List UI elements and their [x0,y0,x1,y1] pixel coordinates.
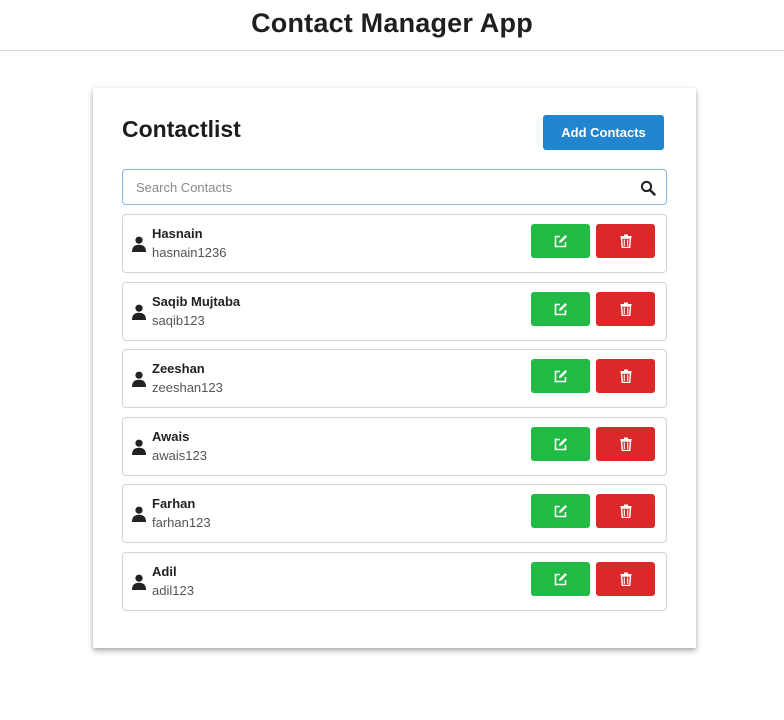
edit-button[interactable] [531,561,590,596]
edit-icon [554,302,567,315]
user-icon [132,506,146,523]
contact-item: Saqib Mujtaba saqib123 [122,281,667,341]
delete-button[interactable] [596,359,655,394]
contact-list-card: Contactlist Add Contacts Hasnain hasnain… [93,88,696,648]
delete-button[interactable] [596,494,655,529]
contact-list: Hasnain hasnain1236 Saqib Mujtaba saqib1… [122,214,667,620]
edit-icon [554,572,567,586]
contact-item: Farhan farhan123 [122,484,667,544]
edit-icon [554,235,567,248]
contact-email: hasnain1236 [152,245,227,260]
user-icon [132,574,146,590]
contact-name: Saqib Mujtaba [152,293,241,309]
edit-button[interactable] [531,224,590,258]
app-title: Contact Manager App [251,7,533,38]
contact-name: Awais [152,428,190,444]
trash-icon [620,302,631,316]
trash-icon [620,369,631,384]
contact-name: Hasnain [152,226,203,241]
delete-button[interactable] [596,426,655,461]
contact-email: zeeshan123 [152,380,223,396]
edit-button[interactable] [531,426,590,461]
contact-item: Zeeshan zeeshan123 [122,349,667,409]
delete-button[interactable] [596,291,655,326]
contact-item: Awais awais123 [122,416,667,476]
edit-icon [554,437,567,451]
app-header: Contact Manager App [0,0,784,51]
edit-button[interactable] [531,359,590,394]
user-icon [132,236,146,252]
trash-icon [620,437,631,451]
trash-icon [620,234,631,248]
contact-item: Adil adil123 [122,551,667,611]
contact-email: awais123 [152,447,207,463]
search-input[interactable] [123,170,666,204]
contact-email: farhan123 [152,515,211,531]
edit-icon [554,505,567,518]
user-icon [132,371,146,388]
contact-email: adil123 [152,582,194,598]
user-icon [132,304,146,320]
search-icon[interactable] [640,180,656,196]
contact-email: saqib123 [152,312,205,328]
user-icon [132,439,146,455]
trash-icon [620,504,631,519]
contact-name: Adil [152,563,177,579]
contact-item: Hasnain hasnain1236 [122,214,667,273]
edit-button[interactable] [531,494,590,529]
edit-icon [554,370,567,383]
search-box [122,169,667,205]
trash-icon [620,572,631,586]
add-contacts-button[interactable]: Add Contacts [543,115,664,150]
delete-button[interactable] [596,224,655,258]
edit-button[interactable] [531,291,590,326]
page-title: Contactlist [122,116,241,142]
delete-button[interactable] [596,561,655,596]
contact-name: Farhan [152,496,196,512]
contact-name: Zeeshan [152,361,205,377]
